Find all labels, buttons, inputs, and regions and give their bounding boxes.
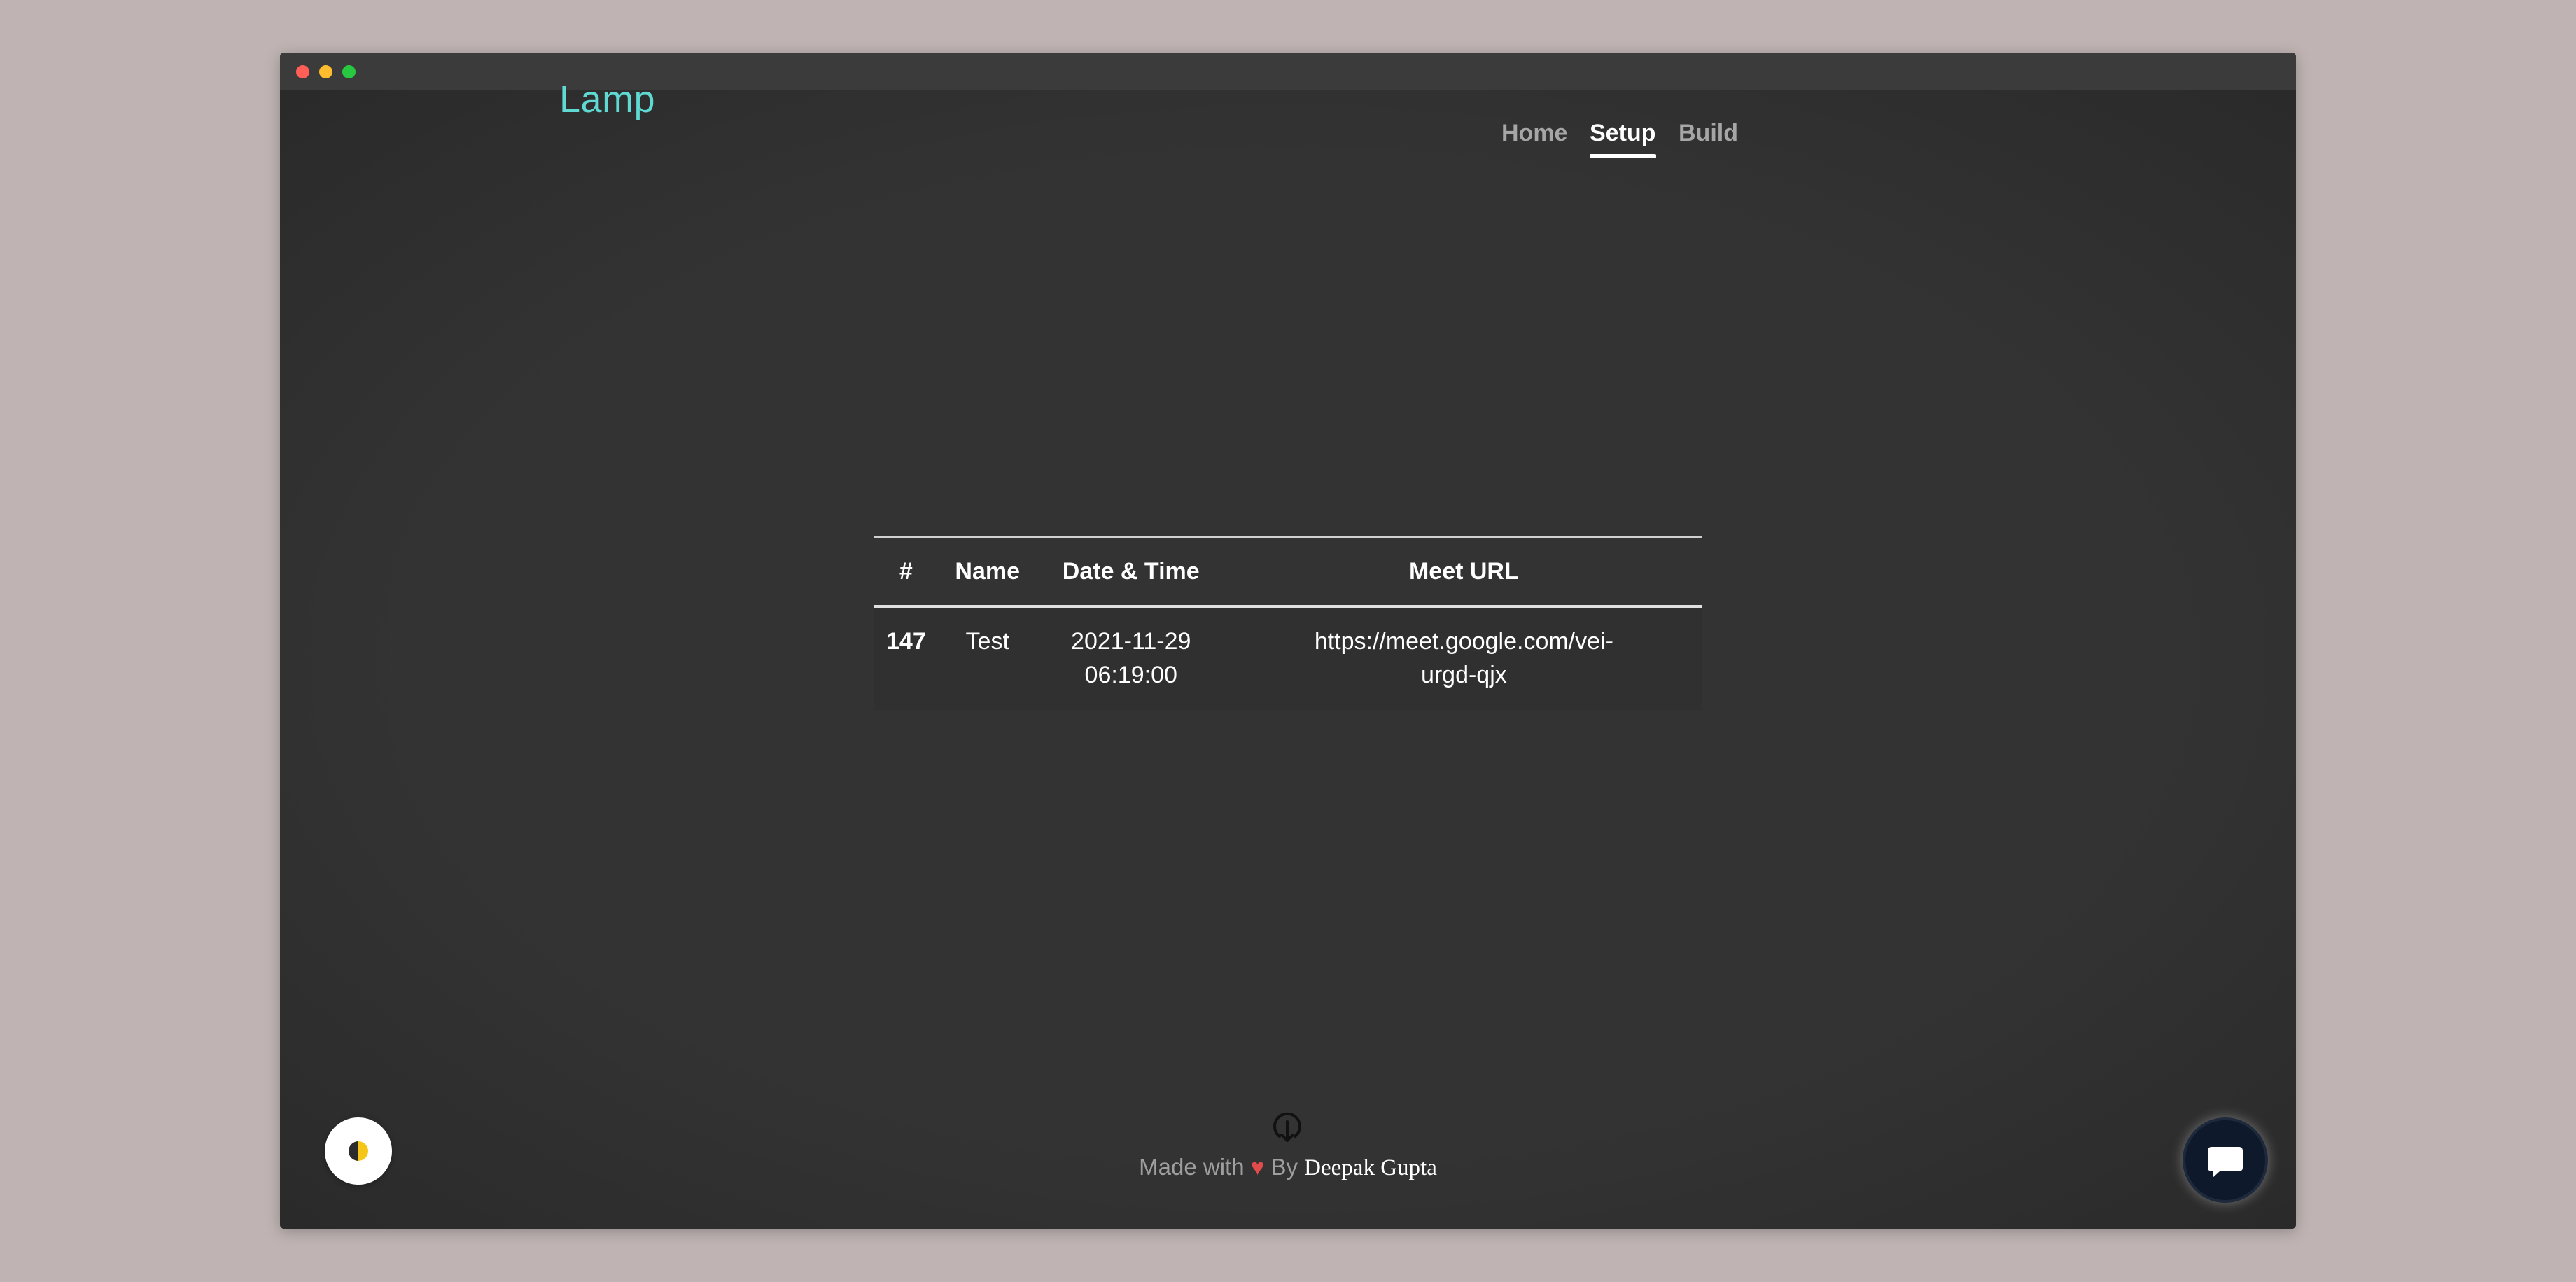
heart-icon: ♥ (1250, 1154, 1265, 1180)
minimize-window-button[interactable] (319, 65, 332, 78)
cell-datetime: 2021-11-29 06:19:00 (1037, 606, 1226, 710)
chat-bubble-icon (2208, 1147, 2243, 1178)
meetings-table: # Name Date & Time Meet URL 147 Test 202… (874, 536, 1702, 710)
meetings-table-container: # Name Date & Time Meet URL 147 Test 202… (874, 536, 1702, 710)
download-circle-icon[interactable] (1270, 1110, 1305, 1145)
meet-url-text: https://meet.google.com/vei-urgd-qjx (1314, 628, 1614, 688)
nav-item-home[interactable]: Home (1502, 118, 1567, 148)
cell-meet-url: https://meet.google.com/vei-urgd-qjx (1226, 606, 1702, 710)
made-with-label: Made with (1139, 1154, 1245, 1180)
cell-time: 06:19:00 (1084, 662, 1177, 688)
column-header-meet-url: Meet URL (1408, 557, 1519, 585)
nav-item-setup[interactable]: Setup (1590, 118, 1656, 148)
footer-credit: Made with ♥ By Deepak Gupta (1050, 1151, 1526, 1184)
column-header-datetime: Date & Time (1062, 557, 1200, 585)
cell-name: Test (965, 628, 1009, 655)
nav-item-build[interactable]: Build (1679, 118, 1738, 148)
maximize-window-button[interactable] (342, 65, 356, 78)
active-nav-indicator (1590, 154, 1656, 158)
close-window-button[interactable] (296, 65, 309, 78)
theme-toggle-button[interactable] (325, 1117, 392, 1185)
column-header-id: # (899, 557, 913, 585)
site-logo[interactable]: Lamp (559, 75, 655, 124)
table-row: 147 Test 2021-11-29 06:19:00 https://mee… (874, 606, 1702, 710)
cell-id: 147 (886, 628, 926, 655)
half-moon-icon (349, 1141, 368, 1161)
by-label: By (1270, 1154, 1298, 1180)
chat-button[interactable] (2183, 1117, 2268, 1203)
column-header-name: Name (955, 557, 1021, 585)
cell-date: 2021-11-29 (1071, 628, 1191, 655)
author-name[interactable]: Deepak Gupta (1304, 1155, 1437, 1180)
table-header-row: # Name Date & Time Meet URL (874, 537, 1702, 606)
